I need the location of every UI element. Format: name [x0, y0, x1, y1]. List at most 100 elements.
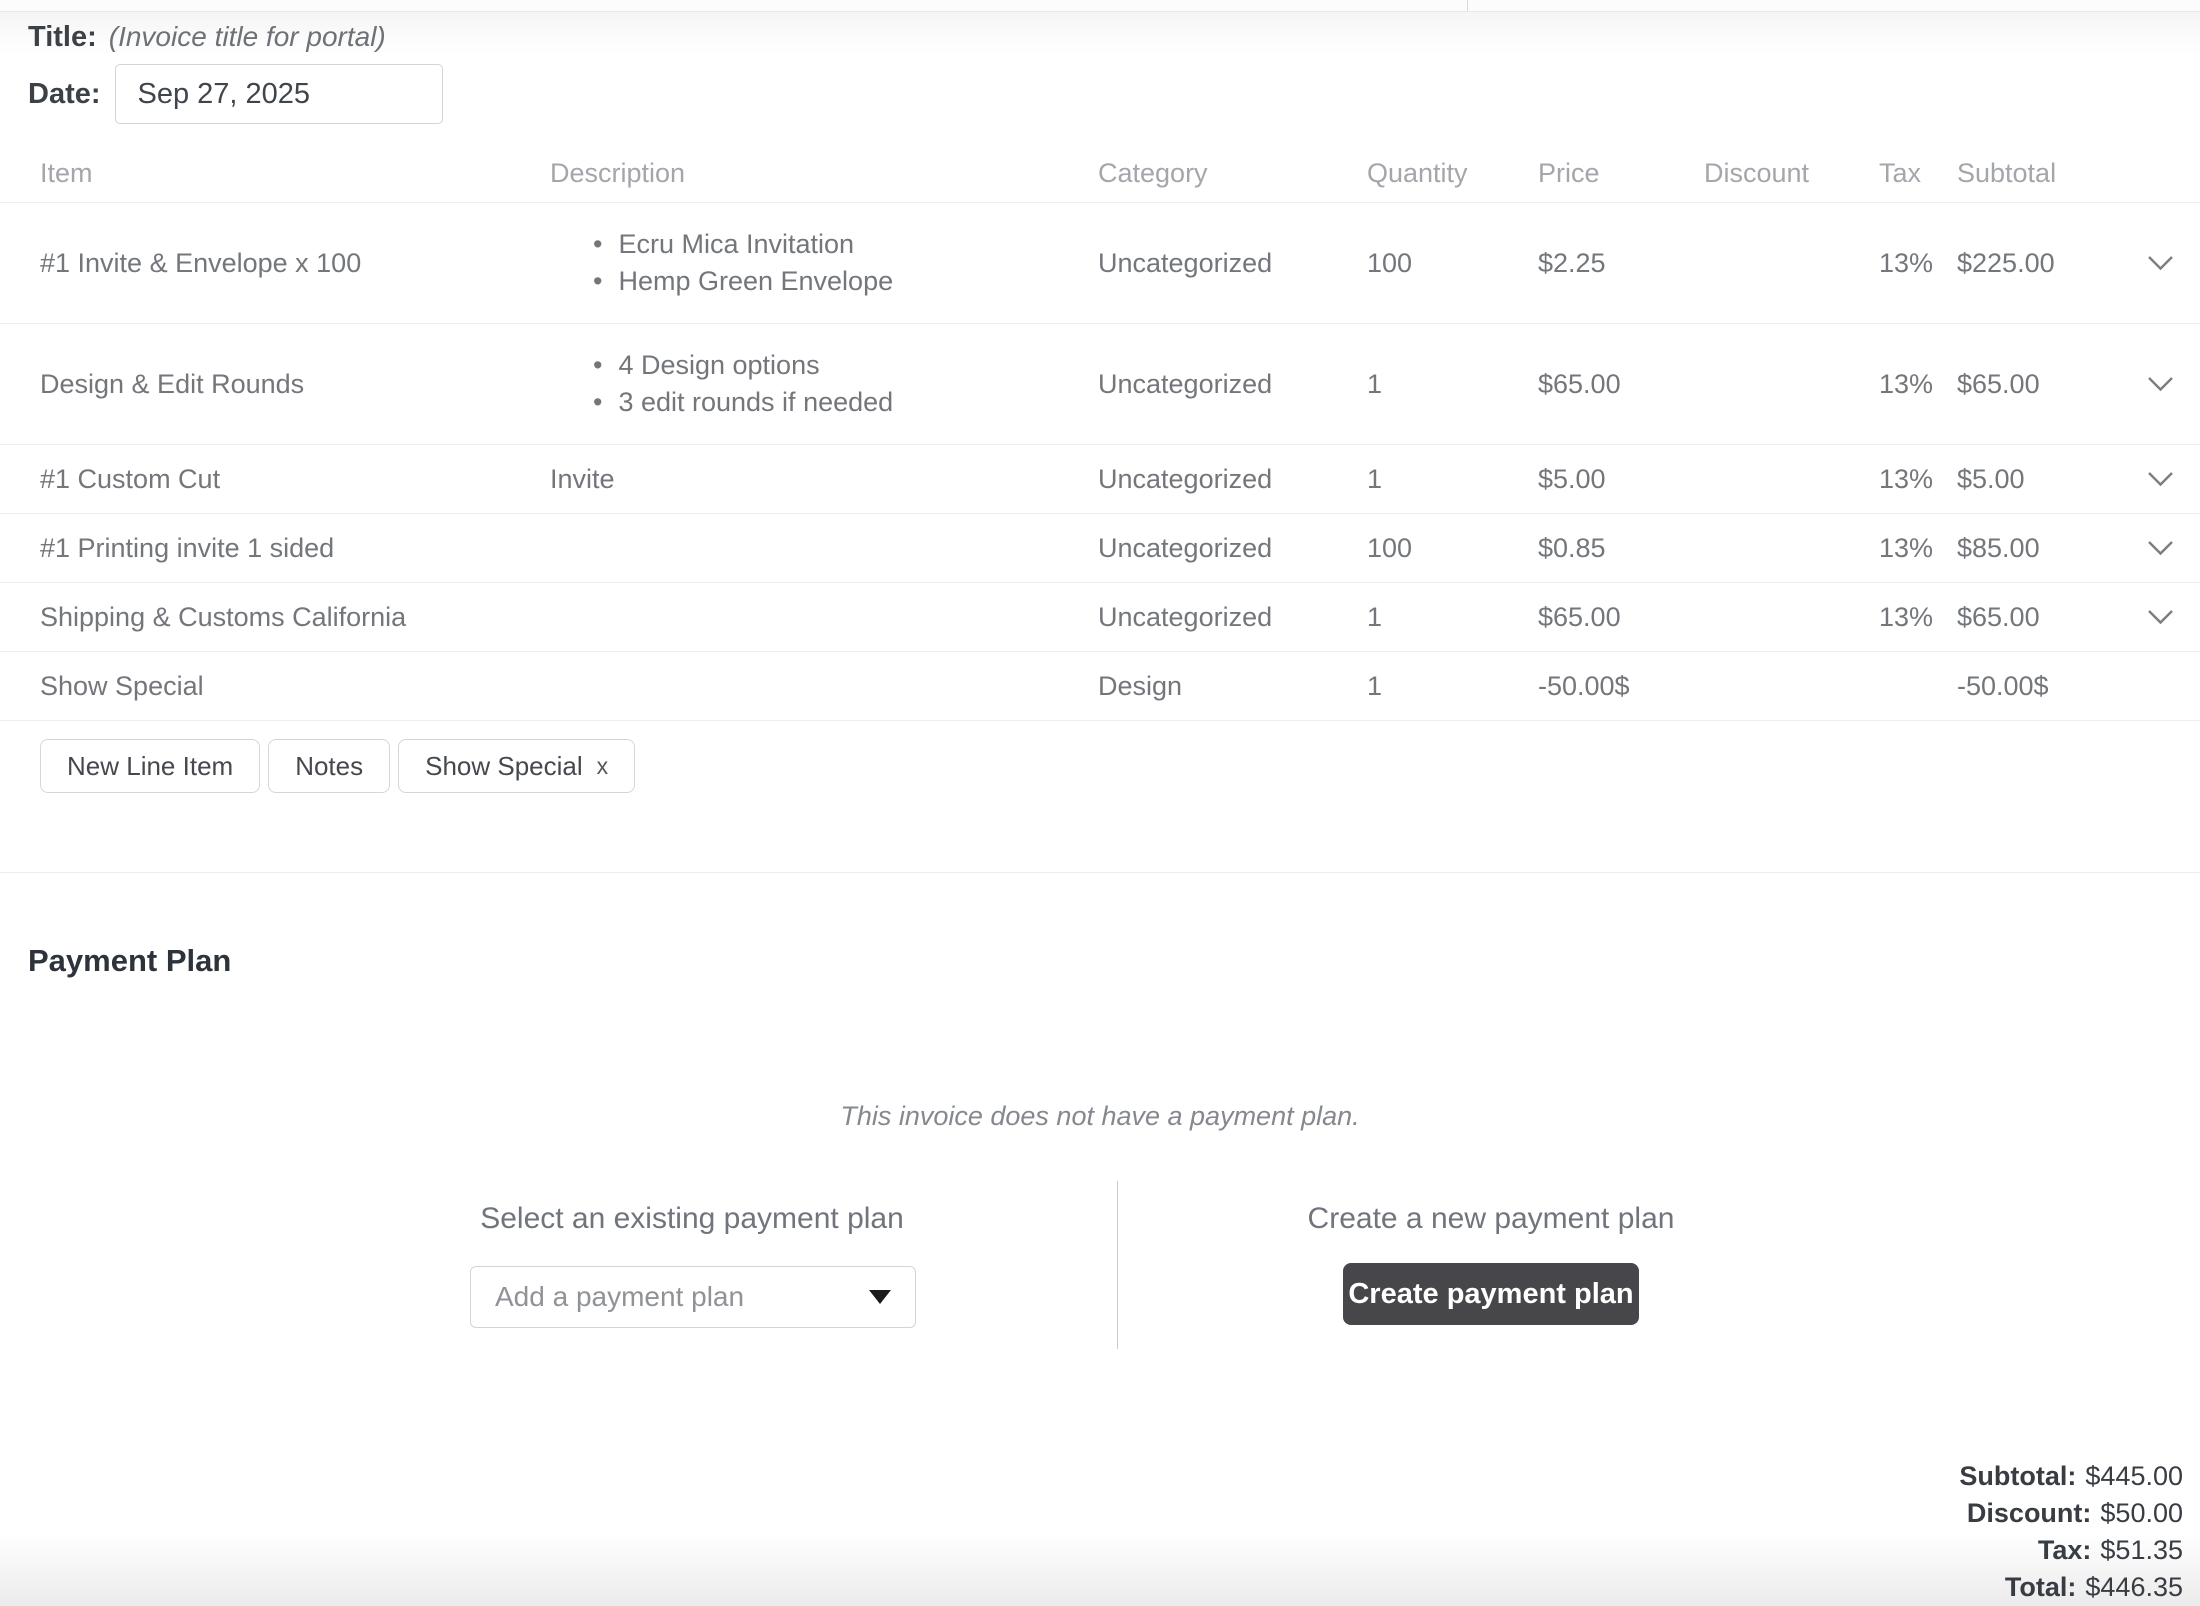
column-header-price: Price — [1538, 158, 1704, 189]
category-cell[interactable]: Uncategorized — [1098, 248, 1367, 279]
remove-icon[interactable]: x — [597, 753, 609, 780]
tax-value: $51.35 — [2100, 1535, 2183, 1565]
invoice-editor: Title: (Invoice title for portal) Date: … — [0, 0, 2200, 1606]
quantity-cell[interactable]: 100 — [1367, 248, 1538, 279]
scroll-fade — [0, 1534, 2200, 1606]
table-row: #1 Invite & Envelope x 100 Ecru Mica Inv… — [0, 203, 2200, 324]
price-cell[interactable]: $65.00 — [1538, 369, 1704, 400]
subtotal-cell: $225.00 — [1957, 248, 2120, 279]
description-bullets: Ecru Mica InvitationHemp Green Envelope — [550, 226, 1082, 300]
chevron-down-icon — [2147, 255, 2174, 272]
table-row: #1 Printing invite 1 sided Uncategorized… — [0, 514, 2200, 583]
price-cell[interactable]: -50.00$ — [1538, 671, 1704, 702]
column-header-subtotal: Subtotal — [1957, 158, 2120, 189]
table-row: Shipping & Customs California Uncategori… — [0, 583, 2200, 652]
date-label: Date: — [28, 78, 101, 111]
tax-cell[interactable]: 13% — [1879, 533, 1957, 564]
subtotal-cell: $65.00 — [1957, 369, 2120, 400]
subtotal-cell: $5.00 — [1957, 464, 2120, 495]
chevron-down-icon — [2147, 376, 2174, 393]
tax-cell[interactable]: 13% — [1879, 602, 1957, 633]
column-header-discount: Discount — [1704, 158, 1879, 189]
expand-row-button[interactable] — [2120, 471, 2200, 488]
invoice-header: Title: (Invoice title for portal) Date: — [0, 12, 2200, 124]
description-cell[interactable]: Ecru Mica InvitationHemp Green Envelope — [550, 226, 1098, 300]
price-cell[interactable]: $65.00 — [1538, 602, 1704, 633]
description-cell[interactable]: 4 Design options3 edit rounds if needed — [550, 347, 1098, 421]
table-actions: New Line Item Notes Show Special x — [40, 739, 2200, 793]
show-special-chip[interactable]: Show Special x — [398, 739, 635, 793]
description-cell[interactable]: Invite — [550, 464, 1098, 495]
table-row: #1 Custom Cut Invite Uncategorized 1 $5.… — [0, 445, 2200, 514]
viewport-top-edge — [0, 0, 2200, 12]
subtotal-value: $445.00 — [2085, 1461, 2183, 1491]
tax-cell[interactable]: 13% — [1879, 248, 1957, 279]
column-header-item: Item — [40, 158, 550, 189]
total-line: Total:$446.35 — [1959, 1569, 2183, 1606]
subtotal-cell: $85.00 — [1957, 533, 2120, 564]
tax-label: Tax: — [2038, 1535, 2092, 1565]
category-cell[interactable]: Design — [1098, 671, 1367, 702]
table-row: Show Special Design 1 -50.00$ -50.00$ — [0, 652, 2200, 721]
item-cell[interactable]: #1 Custom Cut — [40, 464, 550, 495]
line-items-table: Item Description Category Quantity Price… — [0, 144, 2200, 721]
chevron-down-icon — [2147, 609, 2174, 626]
notes-button[interactable]: Notes — [268, 739, 390, 793]
column-header-quantity: Quantity — [1367, 158, 1538, 189]
item-cell[interactable]: #1 Printing invite 1 sided — [40, 533, 550, 564]
category-cell[interactable]: Uncategorized — [1098, 464, 1367, 495]
total-value: $446.35 — [2085, 1572, 2183, 1602]
quantity-cell[interactable]: 1 — [1367, 602, 1538, 633]
price-cell[interactable]: $5.00 — [1538, 464, 1704, 495]
category-cell[interactable]: Uncategorized — [1098, 533, 1367, 564]
table-row: Design & Edit Rounds 4 Design options3 e… — [0, 324, 2200, 445]
discount-line: Discount:$50.00 — [1959, 1495, 2183, 1532]
create-payment-plan-button[interactable]: Create payment plan — [1343, 1263, 1639, 1325]
tax-line: Tax: $51.35 — [1959, 1532, 2183, 1569]
column-header-category: Category — [1098, 158, 1367, 189]
item-cell[interactable]: Design & Edit Rounds — [40, 369, 550, 400]
payment-plan-heading: Payment Plan — [28, 943, 2200, 979]
description-bullet: Ecru Mica Invitation — [593, 226, 1082, 263]
subtotal-line: Subtotal: $445.00 — [1959, 1458, 2183, 1495]
expand-row-button[interactable] — [2120, 376, 2200, 393]
expand-row-button[interactable] — [2120, 255, 2200, 272]
chevron-down-icon — [869, 1290, 891, 1304]
description-text: Invite — [550, 464, 615, 494]
payment-plan-select[interactable]: Add a payment plan — [470, 1266, 916, 1328]
create-plan-heading: Create a new payment plan — [1291, 1202, 1691, 1236]
divider — [1467, 0, 1468, 11]
payment-plan-select-placeholder: Add a payment plan — [495, 1281, 744, 1313]
price-cell[interactable]: $0.85 — [1538, 533, 1704, 564]
quantity-cell[interactable]: 1 — [1367, 671, 1538, 702]
new-line-item-button[interactable]: New Line Item — [40, 739, 260, 793]
quantity-cell[interactable]: 1 — [1367, 369, 1538, 400]
show-special-label: Show Special — [425, 751, 583, 782]
column-header-description: Description — [550, 158, 1098, 189]
item-cell[interactable]: #1 Invite & Envelope x 100 — [40, 248, 550, 279]
table-header-row: Item Description Category Quantity Price… — [0, 144, 2200, 203]
chevron-down-icon — [2147, 471, 2174, 488]
subtotal-cell: -50.00$ — [1957, 671, 2120, 702]
category-cell[interactable]: Uncategorized — [1098, 602, 1367, 633]
category-cell[interactable]: Uncategorized — [1098, 369, 1367, 400]
quantity-cell[interactable]: 100 — [1367, 533, 1538, 564]
invoice-title-field[interactable]: (Invoice title for portal) — [109, 21, 386, 53]
expand-row-button[interactable] — [2120, 540, 2200, 557]
tax-cell[interactable]: 13% — [1879, 369, 1957, 400]
tax-cell[interactable]: 13% — [1879, 464, 1957, 495]
quantity-cell[interactable]: 1 — [1367, 464, 1538, 495]
date-input[interactable] — [115, 64, 443, 124]
item-cell[interactable]: Show Special — [40, 671, 550, 702]
section-divider — [0, 872, 2200, 873]
price-cell[interactable]: $2.25 — [1538, 248, 1704, 279]
description-bullet: 3 edit rounds if needed — [593, 384, 1082, 421]
subtotal-label: Subtotal: — [1959, 1461, 2076, 1491]
subtotal-cell: $65.00 — [1957, 602, 2120, 633]
item-cell[interactable]: Shipping & Customs California — [40, 602, 550, 633]
title-label: Title: — [28, 21, 97, 54]
description-bullets: 4 Design options3 edit rounds if needed — [550, 347, 1082, 421]
expand-row-button[interactable] — [2120, 609, 2200, 626]
chevron-down-icon — [2147, 540, 2174, 557]
column-header-tax: Tax — [1879, 158, 1957, 189]
